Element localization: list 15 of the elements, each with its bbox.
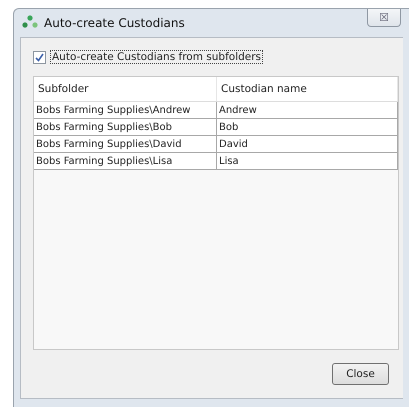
checkbox-label[interactable]: Auto-create Custodians from subfolders [50, 50, 264, 64]
window-title: Auto-create Custodians [44, 16, 185, 30]
table-cell: Lisa [217, 153, 398, 169]
close-button[interactable]: ☒ [367, 9, 401, 27]
column-header[interactable]: Subfolder [34, 77, 217, 101]
table-cell: Bobs Farming Supplies\Lisa [34, 153, 217, 169]
table-cell: Andrew [217, 102, 398, 118]
checkbox[interactable] [33, 50, 46, 64]
table-cell: Bob [217, 119, 398, 135]
table-cell: Bobs Farming Supplies\David [34, 136, 217, 152]
table-cell: Bobs Farming Supplies\Andrew [34, 102, 217, 118]
column-header[interactable]: Custodian name [217, 77, 398, 101]
table-cell: Bobs Farming Supplies\Bob [34, 119, 217, 135]
close-dialog-button[interactable]: Close [332, 363, 389, 385]
table-cell: David [217, 136, 398, 152]
